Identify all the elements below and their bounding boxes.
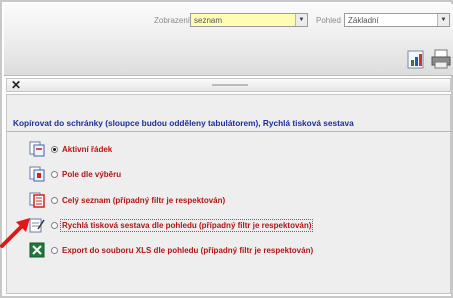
- close-icon[interactable]: ✕: [11, 78, 21, 92]
- option-label: Aktivní řádek: [62, 144, 113, 154]
- copy-list-icon: [29, 192, 45, 208]
- option-label: Pole dle výběru: [62, 169, 122, 179]
- radio-button[interactable]: [51, 170, 58, 178]
- chart-icon[interactable]: [406, 48, 428, 70]
- option-whole-list[interactable]: Celý seznam (případný filtr je respektov…: [29, 191, 225, 209]
- option-label: Export do souboru XLS dle pohledu (přípa…: [62, 245, 314, 255]
- view-label: Zobrazení: [154, 16, 191, 25]
- window: Zobrazení seznam ▼ Pohled Základní ▼ ✕ K…: [0, 0, 453, 298]
- printer-icon[interactable]: [430, 48, 452, 70]
- radio-button[interactable]: [51, 145, 58, 153]
- chevron-down-icon[interactable]: ▼: [437, 14, 449, 26]
- view2-label: Pohled: [316, 16, 341, 25]
- copy-selection-icon: [29, 166, 45, 182]
- option-label: Celý seznam (případný filtr je respektov…: [62, 195, 226, 205]
- panel-title: Kopírovat do schránky (sloupce budou odd…: [13, 118, 354, 128]
- divider: [7, 131, 452, 132]
- drag-grip[interactable]: [212, 84, 248, 86]
- option-print-report[interactable]: Rychlá tisková sestava dle pohledu (příp…: [29, 216, 314, 234]
- toolbar: Zobrazení seznam ▼ Pohled Základní ▼: [4, 4, 453, 76]
- copy-row-icon: [29, 141, 45, 157]
- radio-button[interactable]: [51, 196, 58, 204]
- view2-combo[interactable]: Základní ▼: [344, 13, 450, 27]
- view-combo-value: seznam: [194, 16, 223, 25]
- view2-combo-value: Základní: [348, 16, 379, 25]
- option-label: Rychlá tisková sestava dle pohledu (příp…: [59, 218, 314, 232]
- copy-print-panel: Kopírovat do schránky (sloupce budou odd…: [6, 94, 452, 294]
- chevron-down-icon[interactable]: ▼: [295, 14, 307, 26]
- radio-button[interactable]: [51, 221, 58, 229]
- option-export-xls[interactable]: Export do souboru XLS dle pohledu (přípa…: [29, 241, 313, 259]
- view-combo[interactable]: seznam ▼: [190, 13, 308, 27]
- option-active-row[interactable]: Aktivní řádek: [29, 140, 112, 158]
- radio-button[interactable]: [51, 246, 58, 254]
- option-selection[interactable]: Pole dle výběru: [29, 165, 121, 183]
- panel-header: ✕: [6, 78, 451, 92]
- annotation-arrow-icon: [0, 218, 30, 248]
